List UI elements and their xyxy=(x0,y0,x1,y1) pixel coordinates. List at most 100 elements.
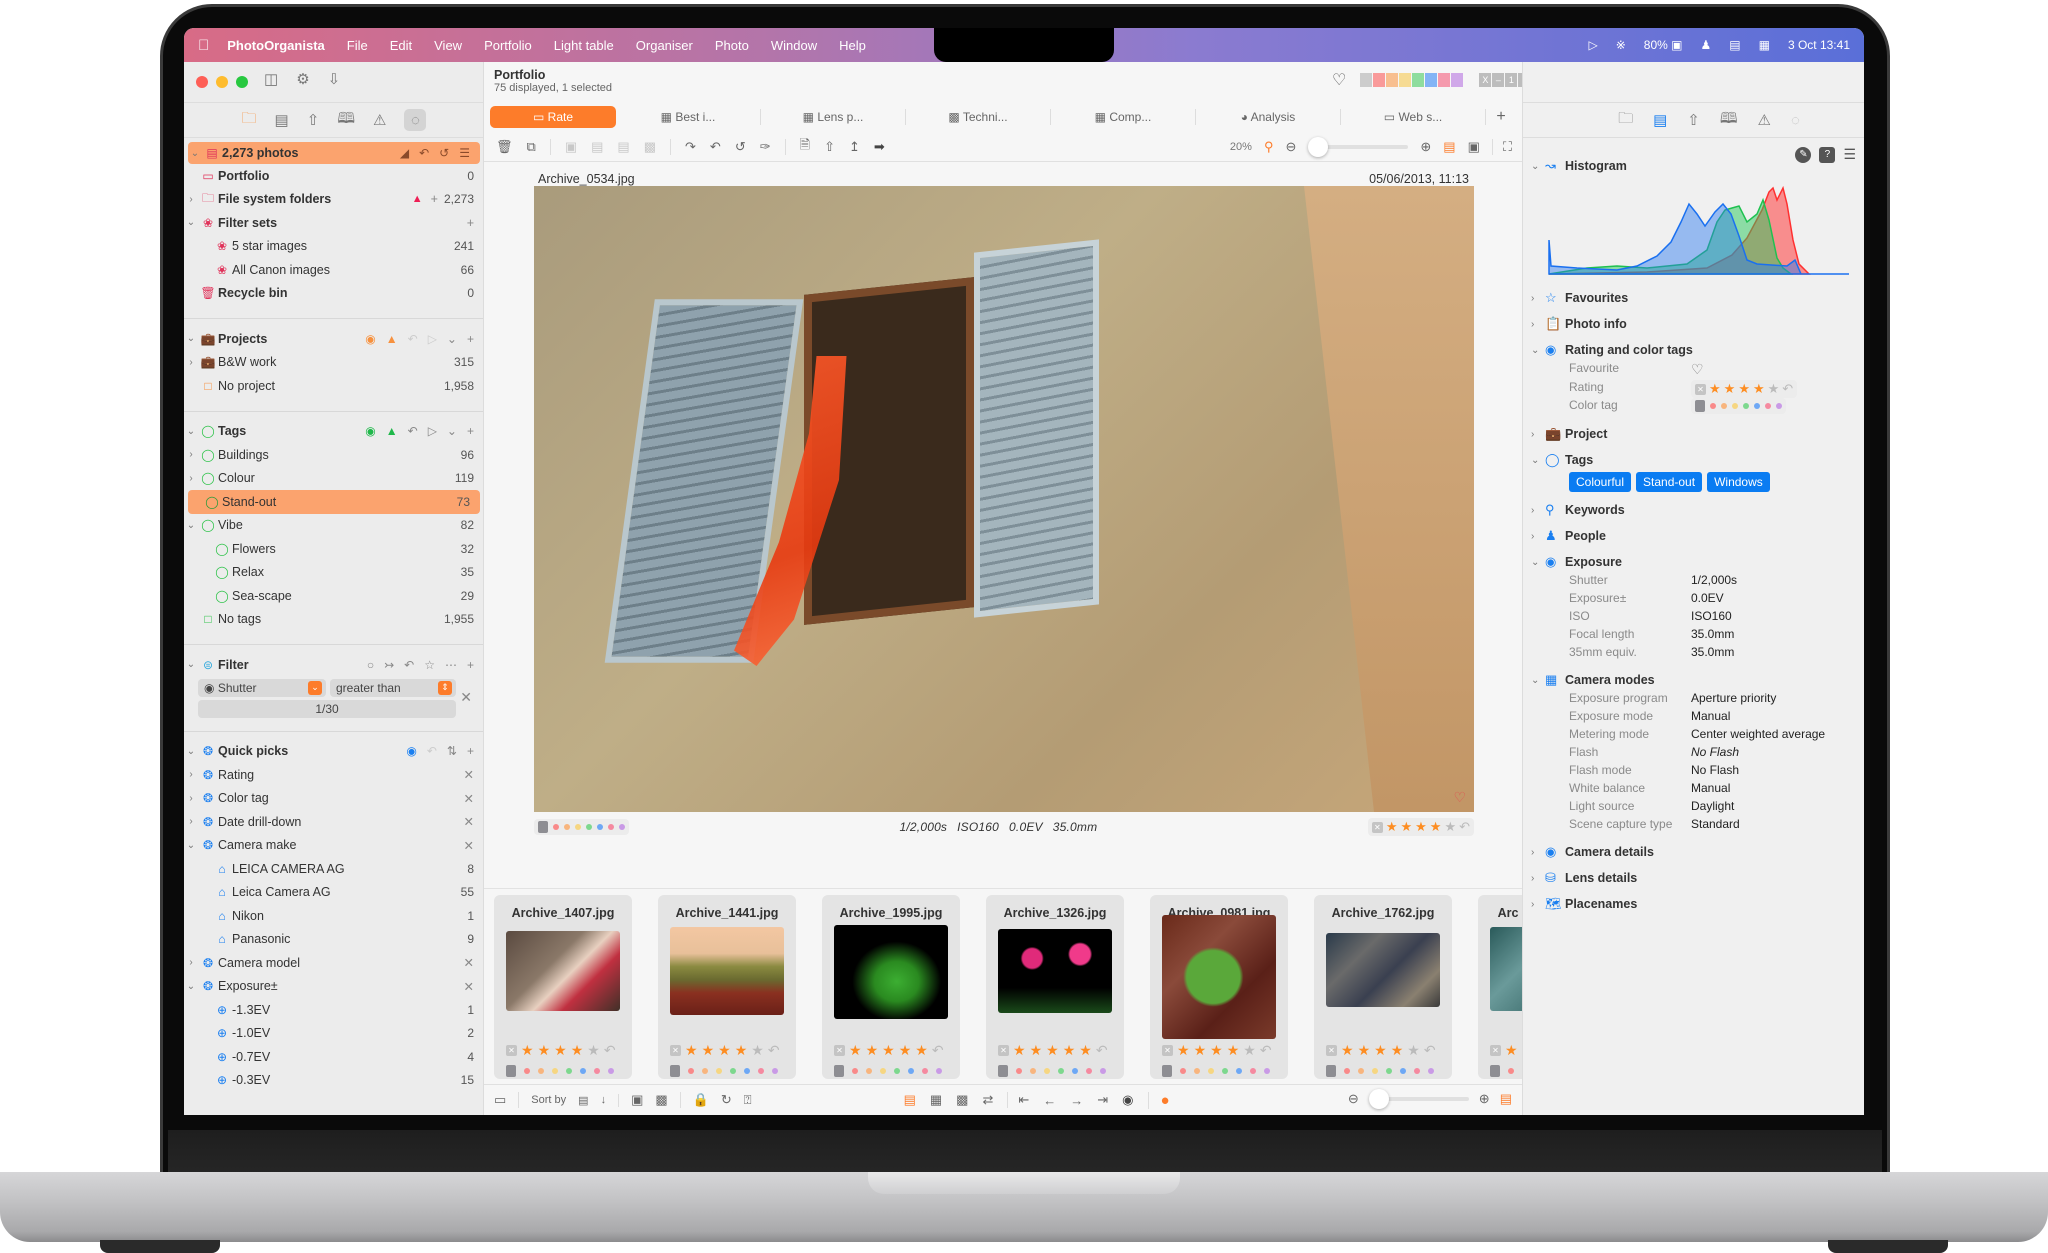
color-dot[interactable] xyxy=(1721,403,1727,409)
color-dot[interactable] xyxy=(1508,1068,1514,1074)
color-dot[interactable] xyxy=(1250,1068,1256,1074)
section-camera-details[interactable]: › ◉ Camera details xyxy=(1531,844,1654,860)
add-icon[interactable]: + xyxy=(467,424,474,438)
undo-icon[interactable]: ↶ xyxy=(408,424,418,438)
thumbnail-card[interactable]: Archive_1762.jpg ✕ ★ ★ ★ ★ ★ ↶ xyxy=(1314,895,1452,1079)
chevron-right-icon[interactable]: › xyxy=(1531,319,1545,330)
folder-tab-icon[interactable]: 🗀 xyxy=(242,108,257,133)
no-color-swatch[interactable] xyxy=(998,1065,1008,1077)
star-icon[interactable]: ★ xyxy=(587,1042,600,1059)
check-circle-icon[interactable]: ◉ xyxy=(365,424,375,438)
more-icon[interactable]: ⋯ xyxy=(445,658,457,672)
next-circle-icon[interactable]: ▷ xyxy=(428,332,437,346)
triangle-icon[interactable]: ▲ xyxy=(386,424,398,438)
undo-icon[interactable]: ↶ xyxy=(768,1042,780,1059)
single-view-icon[interactable]: ▣ xyxy=(1468,139,1480,155)
chevron-right-icon[interactable]: › xyxy=(1531,899,1545,910)
reject-icon[interactable]: ✕ xyxy=(1371,821,1383,833)
trash-icon[interactable]: 🗑 xyxy=(496,139,513,155)
tree-item-recycle-bin[interactable]: 🗑 Recycle bin 0 xyxy=(184,282,483,306)
star-icon[interactable]: ★ xyxy=(1415,819,1427,835)
book-tab-icon[interactable]: 🕮 xyxy=(337,108,355,133)
color-dot[interactable] xyxy=(575,824,581,830)
undo-icon[interactable]: ↶ xyxy=(419,146,429,160)
quick-pick-item[interactable]: ⌂ Panasonic 9 xyxy=(184,928,483,952)
tab-comparison[interactable]: ▦ Comp... xyxy=(1051,109,1196,125)
pin-icon[interactable]: ◉ xyxy=(1122,1092,1133,1108)
quick-pick-item[interactable]: › ❂ Color tag ✕ xyxy=(184,787,483,811)
zoom-in-icon[interactable]: ⊕ xyxy=(1420,139,1431,155)
thumb-size-knob[interactable] xyxy=(1368,1089,1389,1109)
user-icon[interactable]: ♟ xyxy=(1701,38,1712,52)
tree-item-tag[interactable]: › ◯ Buildings 96 xyxy=(184,443,483,467)
quick-pick-item[interactable]: ⊕ -1.3EV 1 xyxy=(184,998,483,1022)
shuffle-icon[interactable]: ⇄ xyxy=(982,1092,993,1108)
color-dot[interactable] xyxy=(1264,1068,1270,1074)
share-icon[interactable]: ↥ xyxy=(849,139,860,155)
section-rating-tags[interactable]: ⌄ ◉ Rating and color tags xyxy=(1531,342,1693,358)
sidebar-toggle-icon[interactable]: ◫ xyxy=(264,70,278,88)
divider[interactable] xyxy=(184,718,483,732)
thumbnail-image[interactable] xyxy=(1326,933,1440,1007)
tree-item-project[interactable]: › 💼 B&W work 315 xyxy=(184,351,483,375)
duplicate-icon[interactable]: ⧉ xyxy=(527,139,536,155)
add-icon[interactable]: + xyxy=(467,658,474,672)
star-icon[interactable]: ★ xyxy=(1194,1042,1207,1059)
brush-icon[interactable]: ✑ xyxy=(760,139,771,155)
undo-all-icon[interactable]: ↺ xyxy=(439,146,449,160)
info-tab-icon[interactable]: ▤ xyxy=(275,111,289,129)
check-circle-icon[interactable]: ◉ xyxy=(406,744,416,758)
color-dot[interactable] xyxy=(1236,1068,1242,1074)
chevron-down-icon[interactable]: ⌄ xyxy=(188,148,202,159)
info-tab-icon[interactable]: ▤ xyxy=(1653,111,1667,129)
star-icon[interactable]: ★ xyxy=(1430,819,1442,835)
color-dot[interactable] xyxy=(1743,403,1749,409)
chevron-down-icon[interactable]: ⌄ xyxy=(1531,345,1545,356)
tree-item-portfolio[interactable]: ▭ Portfolio 0 xyxy=(184,164,483,188)
menu-portfolio[interactable]: Portfolio xyxy=(484,38,532,53)
activity-tab-icon[interactable]: ◌ xyxy=(1791,112,1800,129)
color-dot[interactable] xyxy=(553,824,559,830)
next-icon[interactable]: → xyxy=(1070,1093,1083,1108)
all-photos-row[interactable]: ⌄ ▤ 2,273 photos ◢ ↶ ↺ ☰ xyxy=(188,142,480,164)
no-color-swatch[interactable] xyxy=(538,821,548,833)
main-photo[interactable]: ♡ xyxy=(534,186,1474,812)
thumbnail-card[interactable]: Archive_1326.jpg ✕ ★ ★ ★ ★ ★ ↶ xyxy=(986,895,1124,1079)
section-camera-modes[interactable]: ⌄ ▦ Camera modes xyxy=(1531,672,1655,688)
thumbnail-image[interactable] xyxy=(506,931,620,1011)
section-favourites[interactable]: › ☆ Favourites xyxy=(1531,290,1628,306)
color-dot[interactable] xyxy=(1428,1068,1434,1074)
color-dot[interactable] xyxy=(772,1068,778,1074)
star-icon[interactable]: ★ xyxy=(1391,1042,1404,1059)
tree-item-canon[interactable]: ❀ All Canon images 66 xyxy=(184,258,483,282)
remove-stack-icon[interactable]: ▤ xyxy=(617,139,629,155)
color-dot[interactable] xyxy=(758,1068,764,1074)
chevron-down-icon[interactable]: ⌄ xyxy=(184,981,198,992)
monitor-icon[interactable]: ▭ xyxy=(494,1092,506,1108)
section-quick-picks[interactable]: ⌄ ❂ Quick picks ◉ ↶ ⇅ + xyxy=(184,740,483,764)
section-filter[interactable]: ⌄ ⊜ Filter ○ ↣ ↶ ☆ ⋯ + xyxy=(184,653,483,677)
tag-pill[interactable]: Colourful xyxy=(1569,472,1632,492)
color-dot[interactable] xyxy=(1358,1068,1364,1074)
star-icon[interactable]: ★ xyxy=(1753,381,1765,397)
tree-item-tag[interactable]: ⌄ ◯ Vibe 82 xyxy=(184,514,483,538)
section-exposure[interactable]: ⌄ ◉ Exposure xyxy=(1531,554,1622,570)
star-icon[interactable]: ★ xyxy=(1505,1042,1518,1059)
color-filter-chip[interactable] xyxy=(1399,73,1412,87)
chevron-down-icon[interactable]: ⌄ xyxy=(1531,675,1545,686)
color-filter-chip[interactable] xyxy=(1412,73,1425,87)
chevron-right-icon[interactable]: › xyxy=(184,793,198,804)
star-icon[interactable]: ★ xyxy=(1030,1042,1043,1059)
tree-item-tag[interactable]: › ◯ Colour 119 xyxy=(184,467,483,491)
no-color-swatch[interactable] xyxy=(1326,1065,1336,1077)
color-dot[interactable] xyxy=(1030,1068,1036,1074)
chevron-right-icon[interactable]: › xyxy=(184,957,198,968)
filter-value-field[interactable]: 1/30 xyxy=(198,699,456,718)
star-icon[interactable]: ★ xyxy=(751,1042,764,1059)
battery-icon[interactable]: ▣ xyxy=(1671,38,1682,52)
quick-pick-item[interactable]: ⊕ -1.0EV 2 xyxy=(184,1022,483,1046)
undo-icon[interactable]: ↶ xyxy=(1260,1042,1272,1059)
undo-icon[interactable]: ↶ xyxy=(604,1042,616,1059)
grid-filled-icon[interactable]: ▩ xyxy=(956,1092,968,1108)
color-dot[interactable] xyxy=(597,824,603,830)
